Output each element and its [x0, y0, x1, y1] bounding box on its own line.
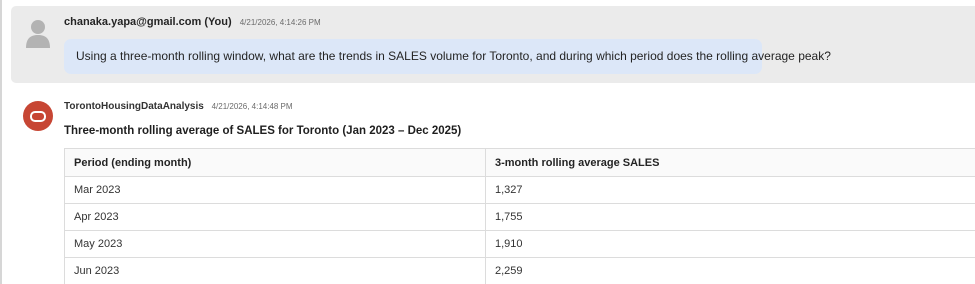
user-message-timestamp: 4/21/2026, 4:14:26 PM [239, 18, 321, 27]
table-row: May 2023 1,910 [64, 230, 975, 258]
person-icon [26, 20, 50, 48]
user-message: chanaka.yapa@gmail.com (You) 4/21/2026, … [11, 6, 975, 83]
table-cell-sales: 1,755 [485, 203, 975, 231]
user-message-bubble: Using a three-month rolling window, what… [64, 39, 831, 74]
column-header-period: Period (ending month) [64, 148, 486, 177]
table-row: Jun 2023 2,259 [64, 257, 975, 284]
table-cell-sales: 2,259 [485, 257, 975, 284]
table-cell-period: May 2023 [64, 230, 486, 258]
panel-border [0, 0, 2, 284]
table-cell-period: Mar 2023 [64, 176, 486, 204]
bot-sender-name: TorontoHousingDataAnalysis [64, 101, 204, 112]
table-row: Apr 2023 1,755 [64, 203, 975, 231]
table-cell-sales: 1,910 [485, 230, 975, 258]
bot-message-header: TorontoHousingDataAnalysis 4/21/2026, 4:… [64, 101, 293, 112]
user-sender-name: chanaka.yapa@gmail.com (You) [64, 16, 232, 28]
table-cell-period: Apr 2023 [64, 203, 486, 231]
table-header-row: Period (ending month) 3-month rolling av… [64, 148, 975, 177]
response-title: Three-month rolling average of SALES for… [64, 125, 462, 137]
column-header-sales: 3-month rolling average SALES [485, 148, 975, 177]
rolling-average-table: Period (ending month) 3-month rolling av… [64, 148, 975, 284]
table-cell-sales: 1,327 [485, 176, 975, 204]
user-message-header: chanaka.yapa@gmail.com (You) 4/21/2026, … [64, 16, 321, 28]
chat-page: chanaka.yapa@gmail.com (You) 4/21/2026, … [0, 0, 975, 284]
oracle-logo-icon [23, 101, 53, 131]
table-row: Mar 2023 1,327 [64, 176, 975, 204]
bot-message-timestamp: 4/21/2026, 4:14:48 PM [211, 102, 293, 111]
table-cell-period: Jun 2023 [64, 257, 486, 284]
